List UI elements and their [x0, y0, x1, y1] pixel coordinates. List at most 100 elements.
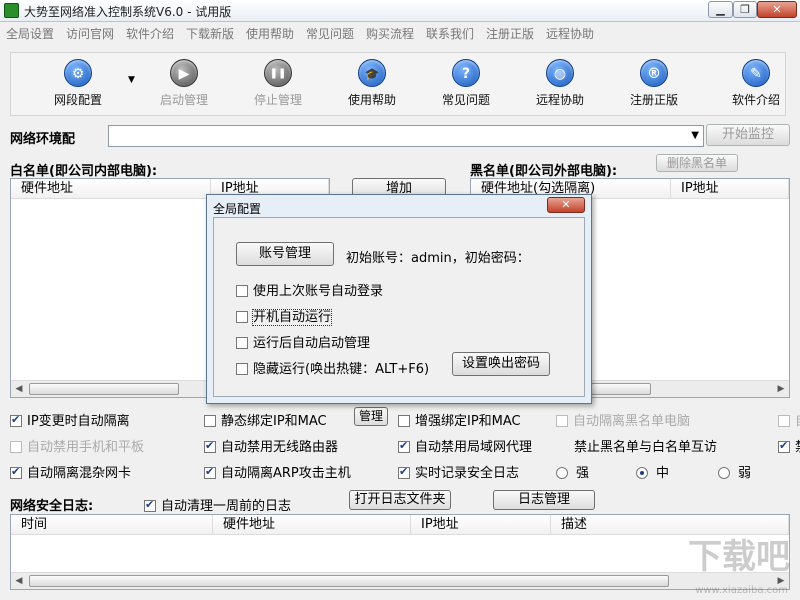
scroll-left-icon[interactable]: ◀: [11, 382, 27, 396]
auto-isolate-blacklist-checkbox[interactable]: 自动隔离黑名单电脑: [556, 410, 690, 429]
col-mac[interactable]: 硬件地址: [213, 515, 411, 535]
toolbar-label: 常见问题: [421, 91, 511, 108]
toolbar-network-config[interactable]: ⚙ 网段配置: [33, 59, 123, 108]
toolbar-start-manage[interactable]: ▶ 启动管理: [139, 59, 229, 108]
toolbar-label: 网段配置: [33, 91, 123, 108]
title-bar: 大势至网络准入控制系统V6.0 - 试用版 ▁ ❐ ✕: [0, 0, 800, 22]
autostart-checkbox[interactable]: 开机自动运行: [236, 306, 331, 325]
checkbox-label: 自动禁用无线路由器: [221, 440, 338, 455]
auto-clean-log-checkbox[interactable]: 自动清理一周前的日志: [144, 495, 291, 514]
toolbar-help[interactable]: 🎓 使用帮助: [327, 59, 417, 108]
static-bind-checkbox[interactable]: 静态绑定IP和MAC: [204, 410, 327, 429]
minimize-button[interactable]: ▁: [708, 1, 733, 18]
menu-download[interactable]: 下载新版: [186, 25, 234, 42]
checkbox-box: [778, 441, 790, 453]
hidden-run-checkbox[interactable]: 隐藏运行(唤出热键：ALT+F6): [236, 358, 429, 377]
radio-label: 弱: [738, 466, 751, 481]
level-medium-radio[interactable]: 中: [636, 462, 669, 481]
checkbox-box: [236, 363, 248, 375]
scroll-thumb[interactable]: [591, 383, 651, 395]
auto-login-checkbox[interactable]: 使用上次账号自动登录: [236, 280, 383, 299]
col-mac[interactable]: 硬件地址: [11, 179, 211, 199]
isolate-arp-checkbox[interactable]: 自动隔离ARP攻击主机: [204, 462, 351, 481]
maximize-button[interactable]: ❐: [733, 1, 757, 18]
toolbar-register[interactable]: ® 注册正版: [609, 59, 699, 108]
set-password-button[interactable]: 设置唤出密码: [452, 352, 550, 376]
play-icon: ▶: [170, 59, 198, 87]
network-env-label: 网络环境配: [10, 128, 75, 147]
checkbox-box: [10, 441, 22, 453]
auto-ban-mobile-checkbox[interactable]: 自动禁用手机和平板: [10, 436, 144, 455]
menu-contact[interactable]: 联系我们: [426, 25, 474, 42]
log-table[interactable]: 时间 硬件地址 IP地址 描述 ◀ ▶: [10, 514, 790, 590]
log-hscroll[interactable]: ◀ ▶: [11, 572, 789, 589]
account-manage-button[interactable]: 账号管理: [236, 242, 334, 266]
menu-global-settings[interactable]: 全局设置: [6, 25, 54, 42]
realtime-log-checkbox[interactable]: 实时记录安全日志: [398, 462, 519, 481]
network-env-select[interactable]: ▼: [108, 125, 704, 147]
menu-help[interactable]: 使用帮助: [246, 25, 294, 42]
whitelist-title: 白名单(即公司内部电脑):: [10, 160, 157, 179]
checkbox-label: 禁: [795, 440, 800, 455]
scroll-thumb[interactable]: [29, 575, 669, 587]
level-weak-radio[interactable]: 弱: [718, 462, 751, 481]
checkbox-box: [236, 337, 248, 349]
toolbar-remote-assist[interactable]: ◍ 远程协助: [515, 59, 605, 108]
scroll-left-icon[interactable]: ◀: [11, 574, 27, 588]
dropdown-arrow-icon[interactable]: ▼: [128, 75, 135, 85]
radio-dot: [718, 467, 730, 479]
toolbar-label: 远程协助: [515, 91, 605, 108]
isolate-promiscuous-checkbox[interactable]: 自动隔离混杂网卡: [10, 462, 131, 481]
blacklist-title: 黑名单(即公司外部电脑):: [470, 160, 617, 179]
toolbar-label: 启动管理: [139, 91, 229, 108]
menu-official-site[interactable]: 访问官网: [66, 25, 114, 42]
open-log-folder-button[interactable]: 打开日志文件夹: [349, 490, 451, 510]
start-monitor-button[interactable]: 开始监控: [706, 124, 790, 146]
static-bind-manage-button[interactable]: 管理: [354, 407, 388, 426]
scroll-thumb[interactable]: [29, 383, 179, 395]
toolbar-faq[interactable]: ? 常见问题: [421, 59, 511, 108]
registered-icon: ®: [640, 59, 668, 87]
checkbox-label: 自动隔离黑名单电脑: [573, 414, 690, 429]
checkbox-label: 自动隔离混杂网卡: [27, 466, 131, 481]
close-button[interactable]: ✕: [757, 1, 797, 18]
checkbox-box: [556, 415, 568, 427]
autostart-manage-checkbox[interactable]: 运行后自动启动管理: [236, 332, 370, 351]
delete-blacklist-button[interactable]: 删除黑名单: [656, 154, 738, 172]
menu-register[interactable]: 注册正版: [486, 25, 534, 42]
log-manage-button[interactable]: 日志管理: [493, 490, 595, 510]
menu-software-intro[interactable]: 软件介绍: [126, 25, 174, 42]
auto-ban-proxy-checkbox[interactable]: 自动禁用局域网代理: [398, 436, 532, 455]
radio-label: 强: [576, 466, 589, 481]
cut-off-checkbox-2[interactable]: 禁: [778, 436, 800, 455]
enhanced-bind-checkbox[interactable]: 增强绑定IP和MAC: [398, 410, 521, 429]
checkbox-box: [204, 467, 216, 479]
watermark-logo: 下载吧: [688, 529, 790, 578]
level-strong-radio[interactable]: 强: [556, 462, 589, 481]
toolbar-software-intro[interactable]: ✎ 软件介绍: [711, 59, 800, 108]
menu-faq[interactable]: 常见问题: [306, 25, 354, 42]
scroll-right-icon[interactable]: ▶: [773, 382, 789, 396]
dialog-title: 全局配置: [213, 200, 261, 217]
cut-off-checkbox-1[interactable]: 自: [778, 410, 800, 429]
app-icon: [4, 3, 19, 18]
gear-icon: ⚙: [64, 59, 92, 87]
document-edit-icon: ✎: [742, 59, 770, 87]
auto-ban-router-checkbox[interactable]: 自动禁用无线路由器: [204, 436, 338, 455]
ip-change-isolate-checkbox[interactable]: IP变更时自动隔离: [10, 410, 130, 429]
checkbox-label: 开机自动运行: [253, 310, 331, 325]
checkbox-box: [204, 441, 216, 453]
menu-purchase[interactable]: 购买流程: [366, 25, 414, 42]
dialog-close-button[interactable]: ✕: [547, 197, 585, 213]
col-ip[interactable]: IP地址: [671, 179, 789, 199]
checkbox-box: [398, 441, 410, 453]
checkbox-box: [398, 467, 410, 479]
col-time[interactable]: 时间: [11, 515, 213, 535]
checkbox-label: 使用上次账号自动登录: [253, 284, 383, 299]
col-ip[interactable]: IP地址: [411, 515, 551, 535]
menu-remote[interactable]: 远程协助: [546, 25, 594, 42]
checkbox-label: 实时记录安全日志: [415, 466, 519, 481]
toolbar-label: 停止管理: [233, 91, 323, 108]
toolbar-stop-manage[interactable]: ❚❚ 停止管理: [233, 59, 323, 108]
toolbar-label: 使用帮助: [327, 91, 417, 108]
